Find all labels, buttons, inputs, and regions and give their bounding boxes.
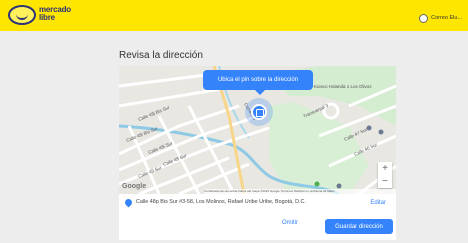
location-marker-icon [123, 197, 134, 208]
zoom-out-button[interactable]: − [378, 175, 392, 188]
logo-line2: libre [39, 13, 55, 22]
user-menu[interactable]: Correo Elu... [419, 12, 462, 24]
page-title: Revisa la dirección [119, 50, 203, 61]
action-footer: Omitir Guardar dirección [119, 213, 396, 240]
poi-label: Kiosco Holanda 1 Los Olivos [314, 84, 372, 89]
omit-button[interactable]: Omitir [282, 220, 298, 226]
google-logo: Google [122, 183, 147, 190]
address-text: Calle 48p Bis Sur #3-58, Los Molinos, Ra… [136, 199, 306, 205]
mercadolibre-logo[interactable]: mercado libre [8, 5, 120, 27]
handshake-icon [8, 5, 36, 25]
header-bar: mercado libre Correo Elu... [0, 0, 468, 31]
save-address-button[interactable]: Guardar dirección [325, 219, 393, 234]
user-avatar-icon [419, 13, 429, 23]
address-bar: Calle 48p Bis Sur #3-58, Los Molinos, Ra… [119, 194, 396, 213]
pin-hint-tooltip: Ubica el pin sobre la dirección [203, 70, 313, 95]
user-name: Correo Elu... [431, 15, 462, 21]
edit-address-link[interactable]: Editar [370, 200, 386, 206]
zoom-controls: + − [378, 162, 392, 188]
logo-wordmark: mercado libre [39, 6, 71, 22]
location-pin-icon[interactable] [251, 104, 267, 120]
zoom-in-button[interactable]: + [378, 162, 392, 175]
